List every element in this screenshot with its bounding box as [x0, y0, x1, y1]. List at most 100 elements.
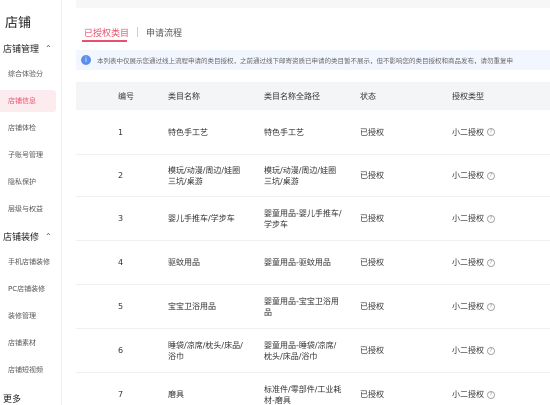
cell-category-name: 特色手工艺	[168, 127, 264, 138]
cell-category-path: 婴童用品-婴儿手推车/学步车	[264, 208, 360, 230]
sidebar-group-label: 店铺管理	[3, 45, 40, 55]
sidebar-item-overall-score[interactable]: 综合体验分	[0, 63, 56, 85]
cell-category-name: 磨具	[168, 389, 264, 400]
category-path-text: 婴童用品-婴儿手推车/学步车	[264, 208, 342, 229]
question-mark-icon[interactable]: ?	[487, 258, 495, 267]
chevron-up-icon: ⌃	[45, 44, 52, 53]
category-path-text: 模玩/动漫/周边/娃圈三坑/桌游	[264, 165, 337, 186]
cell-auth-type: 小二授权?	[452, 257, 550, 268]
column-header-category-path: 类目名称全路径	[264, 91, 320, 101]
cell-category-name: 宝宝卫浴用品	[168, 301, 264, 312]
auth-type-text: 小二授权	[452, 127, 484, 137]
table-row: 1 特色手工艺 特色手工艺 已授权 小二授权?	[76, 110, 550, 155]
cell-number: 3	[118, 214, 124, 223]
cell-number: 7	[118, 390, 124, 399]
cell-category-path: 模玩/动漫/周边/娃圈三坑/桌游	[264, 165, 360, 187]
sidebar-item-shop-checkup[interactable]: 店铺体检	[0, 117, 56, 139]
column-header-number: 编号	[118, 91, 134, 101]
category-name-text: 宝宝卫浴用品	[168, 302, 216, 311]
category-name-text: 磨具	[168, 390, 184, 399]
question-mark-icon[interactable]: ?	[487, 214, 495, 223]
sidebar-group-shop-decoration[interactable]: 店铺装修 ⌃	[3, 230, 52, 243]
sidebar-item-pc-decoration[interactable]: PC店铺装修	[0, 278, 56, 300]
auth-type-text: 小二授权	[452, 390, 484, 399]
cell-category-path: 标准件/零部件/工业耗材-磨具	[264, 384, 360, 405]
cell-status: 已授权	[360, 171, 384, 180]
category-path-text: 婴童用品-睡袋/凉席/枕头/床品/浴巾	[264, 340, 337, 361]
tab-authorized-categories[interactable]: 已授权类目	[76, 26, 137, 39]
table-row: 3 婴儿手推车/学步车 婴童用品-婴儿手推车/学步车 已授权 小二授权?	[76, 197, 550, 241]
cell-category-path: 婴童用品-宝宝卫浴用品	[264, 296, 360, 318]
sidebar-group-shop-management[interactable]: 店铺管理 ⌃	[3, 42, 52, 55]
cell-number: 6	[118, 346, 124, 355]
info-icon: i	[81, 55, 91, 65]
table-row: 6 睡袋/凉席/枕头/床品/浴巾 婴童用品-睡袋/凉席/枕头/床品/浴巾 已授权…	[76, 329, 550, 373]
cell-status: 已授权	[360, 258, 384, 267]
category-name-text: 特色手工艺	[168, 127, 208, 137]
sidebar-item-shop-info[interactable]: 店铺信息	[0, 90, 56, 112]
category-name-text: 模玩/动漫/周边/娃圈三坑/桌游	[168, 165, 241, 186]
category-name-text: 婴儿手推车/学步车	[168, 214, 235, 223]
question-mark-icon[interactable]: ?	[487, 302, 495, 311]
auth-type-text: 小二授权	[452, 346, 484, 355]
cell-auth-type: 小二授权?	[452, 389, 550, 400]
question-mark-icon[interactable]: ?	[487, 390, 495, 399]
cell-number: 1	[118, 127, 124, 137]
column-header-auth-type: 授权类型	[452, 91, 484, 101]
category-path-text: 婴童用品-驱蚊用品	[264, 258, 331, 267]
auth-type-text: 小二授权	[452, 171, 484, 180]
sidebar-item-subaccount[interactable]: 子账号管理	[0, 144, 56, 166]
auth-type-text: 小二授权	[452, 302, 484, 311]
cell-category-path: 婴童用品-驱蚊用品	[264, 257, 360, 268]
cell-category-name: 驱蚊用品	[168, 257, 264, 268]
question-mark-icon[interactable]: ?	[487, 128, 495, 136]
table-header: 编号 类目名称 类目名称全路径 状态 授权类型	[76, 82, 550, 110]
notice-banner: i 本列表中仅展示您通过线上流程申请的类目授权，之前通过线下邮寄资质已申请的类目…	[76, 50, 550, 70]
category-path-text: 婴童用品-宝宝卫浴用品	[264, 296, 339, 317]
table-row: 7 磨具 标准件/零部件/工业耗材-磨具 已授权 小二授权?	[76, 373, 550, 405]
sidebar: 店铺 店铺管理 ⌃ 综合体验分 店铺信息 店铺体检 子账号管理 隐私保护 层级与…	[0, 0, 62, 405]
cell-number: 2	[118, 171, 124, 180]
tab-apply-process[interactable]: 申请流程	[138, 26, 190, 39]
cell-status: 已授权	[360, 346, 384, 355]
column-header-status: 状态	[360, 91, 376, 101]
category-path-text: 特色手工艺	[264, 127, 304, 137]
sidebar-item-decoration-management[interactable]: 装修管理	[0, 305, 56, 327]
category-name-text: 睡袋/凉席/枕头/床品/浴巾	[168, 340, 243, 361]
sidebar-item-shop-videos[interactable]: 店铺短视频	[0, 359, 56, 381]
sidebar-group-label: 店铺装修	[3, 233, 40, 243]
cell-category-name: 睡袋/凉席/枕头/床品/浴巾	[168, 340, 264, 362]
table-row: 2 模玩/动漫/周边/娃圈三坑/桌游 模玩/动漫/周边/娃圈三坑/桌游 已授权 …	[76, 155, 550, 197]
cell-auth-type: 小二授权?	[452, 127, 550, 138]
cell-number: 5	[118, 302, 124, 311]
cell-auth-type: 小二授权?	[452, 301, 550, 312]
cell-status: 已授权	[360, 302, 384, 311]
top-strip	[76, 0, 550, 8]
cell-auth-type: 小二授权?	[452, 170, 550, 181]
notice-text: 本列表中仅展示您通过线上流程申请的类目授权，之前通过线下邮寄资质已申请的类目暂不…	[97, 57, 513, 65]
active-tab-indicator	[82, 40, 127, 42]
sidebar-item-shop-materials[interactable]: 店铺素材	[0, 332, 56, 354]
chevron-up-icon: ⌃	[45, 232, 52, 241]
cell-auth-type: 小二授权?	[452, 345, 550, 356]
sidebar-item-privacy[interactable]: 隐私保护	[0, 171, 56, 193]
cell-status: 已授权	[360, 127, 384, 137]
sidebar-item-level-rights[interactable]: 层级与权益	[0, 198, 56, 220]
cell-category-path: 婴童用品-睡袋/凉席/枕头/床品/浴巾	[264, 340, 360, 362]
table-row: 4 驱蚊用品 婴童用品-驱蚊用品 已授权 小二授权?	[76, 241, 550, 285]
cell-status: 已授权	[360, 214, 384, 223]
cell-number: 4	[118, 258, 124, 267]
category-table: 编号 类目名称 类目名称全路径 状态 授权类型 1 特色手工艺 特色手工艺 已授…	[76, 82, 550, 405]
tab-bar: 已授权类目 申请流程	[76, 22, 190, 42]
column-header-category-name: 类目名称	[168, 91, 200, 101]
sidebar-more[interactable]: 更多	[3, 392, 21, 405]
sidebar-title: 店铺	[5, 16, 32, 31]
category-name-text: 驱蚊用品	[168, 258, 200, 267]
question-mark-icon[interactable]: ?	[487, 171, 495, 180]
sidebar-item-mobile-decoration[interactable]: 手机店铺装修	[0, 251, 56, 273]
cell-category-path: 特色手工艺	[264, 127, 360, 138]
table-row: 5 宝宝卫浴用品 婴童用品-宝宝卫浴用品 已授权 小二授权?	[76, 285, 550, 329]
cell-auth-type: 小二授权?	[452, 213, 550, 224]
auth-type-text: 小二授权	[452, 214, 484, 223]
question-mark-icon[interactable]: ?	[487, 346, 495, 355]
